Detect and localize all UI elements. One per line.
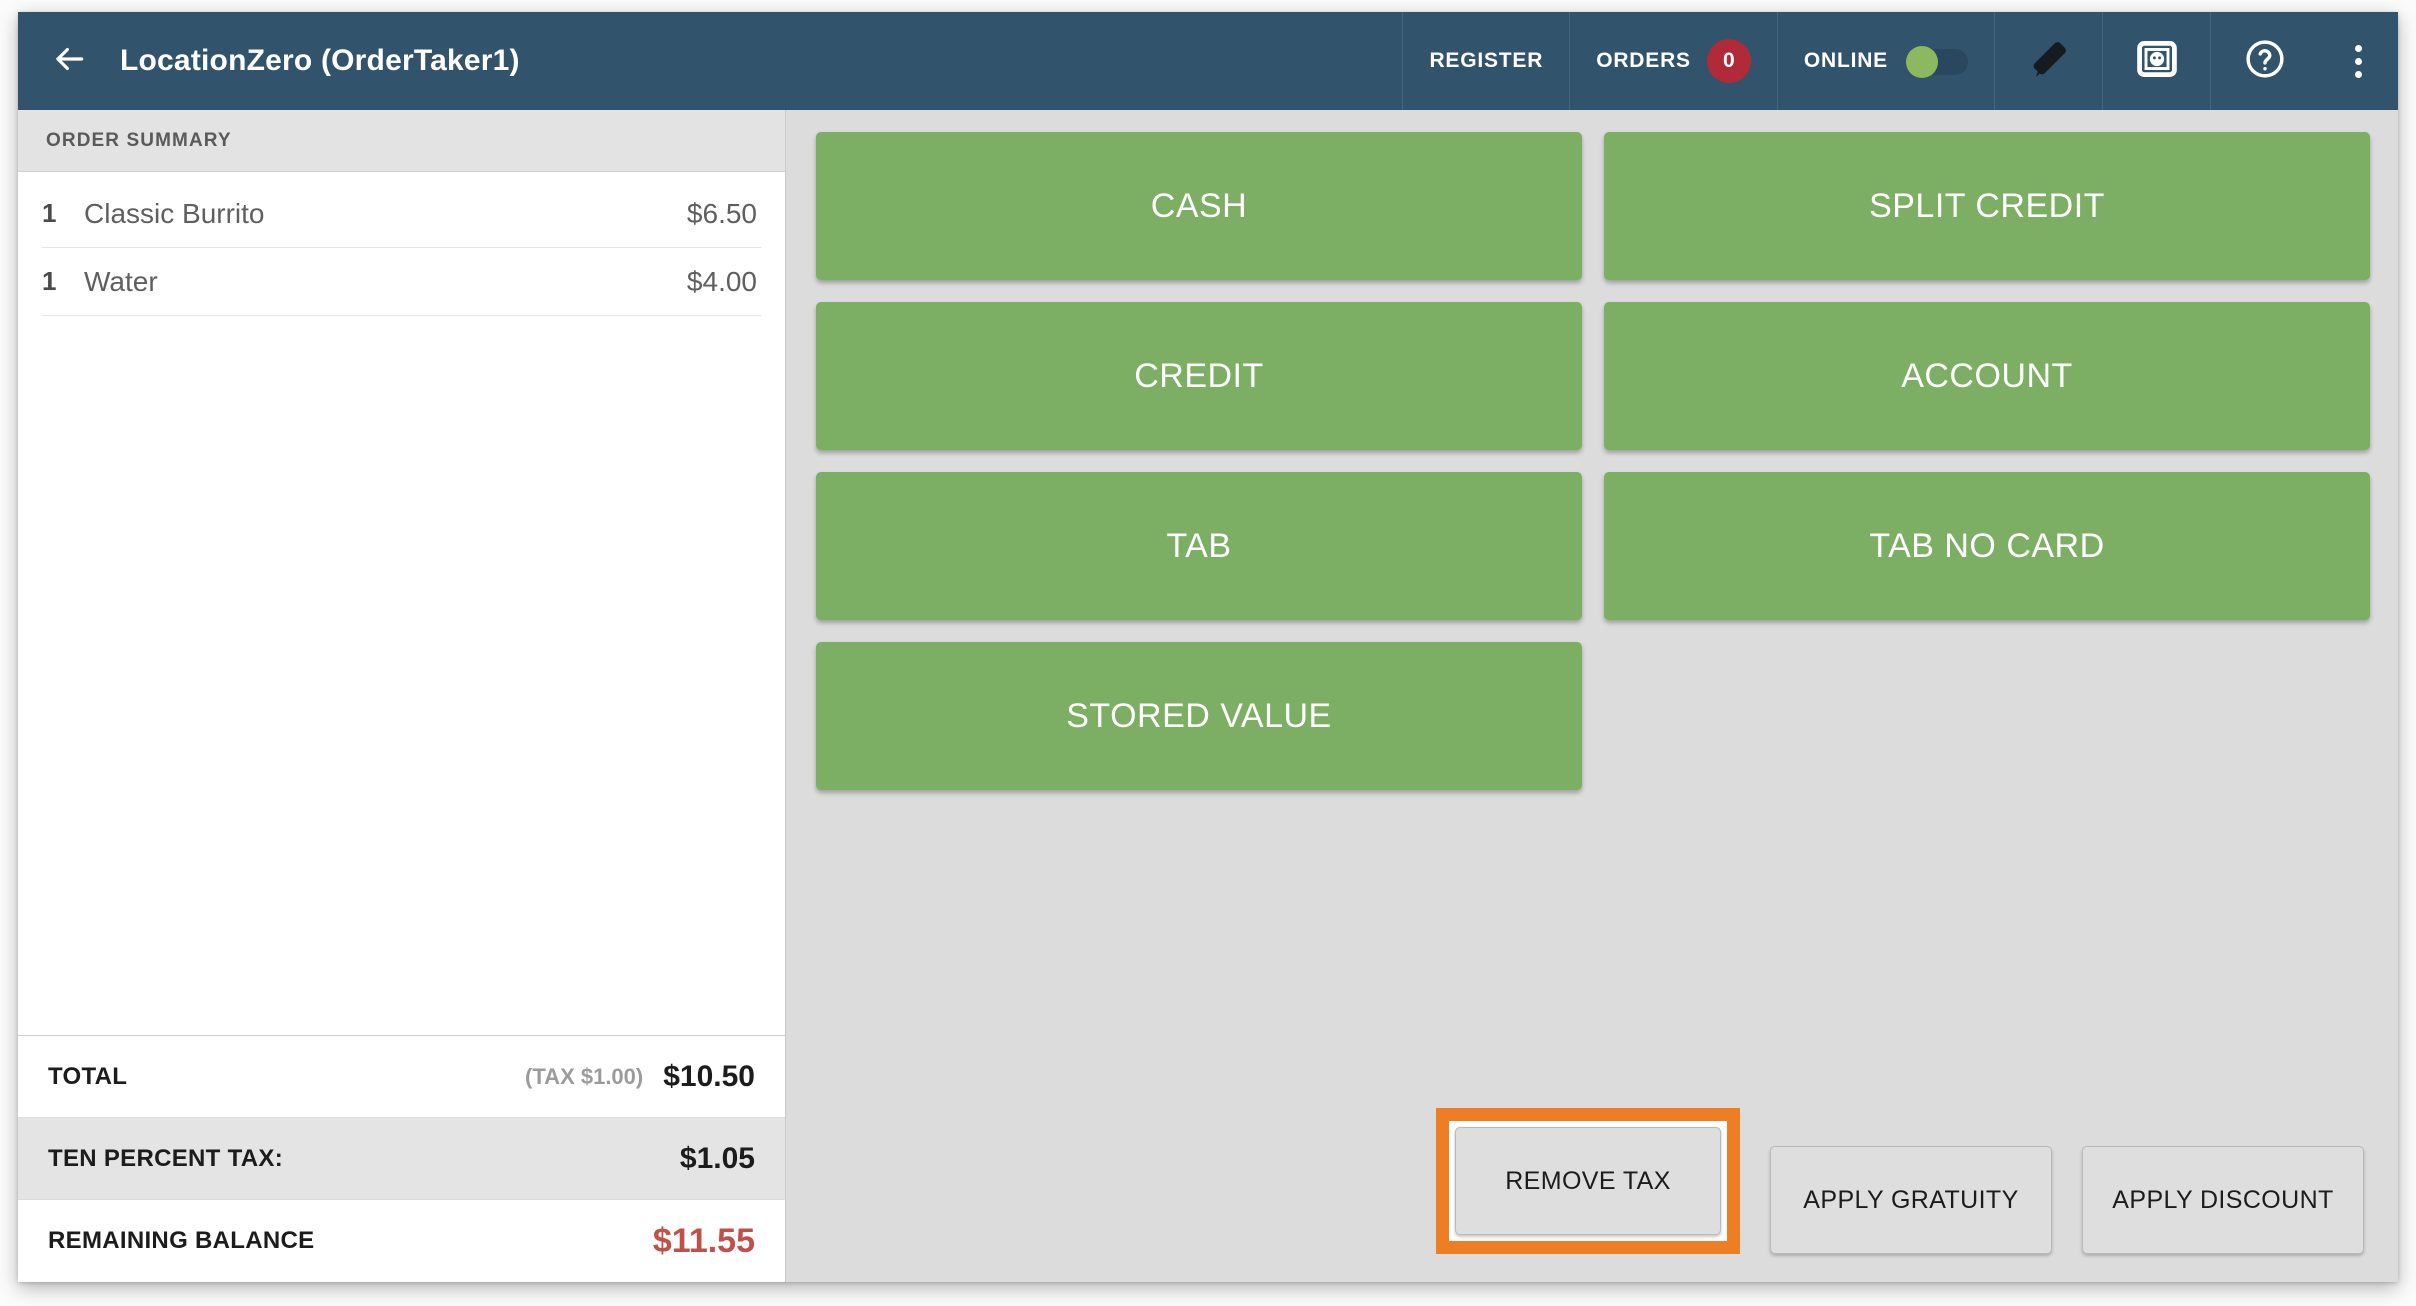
total-tax-note: (TAX $1.00): [525, 1063, 644, 1089]
item-quantity: 1: [42, 266, 57, 296]
arrow-left-icon: [50, 40, 88, 83]
tax-value: $1.05: [679, 1141, 755, 1175]
payment-button-tab[interactable]: TAB: [816, 472, 1582, 620]
orders-label: ORDERS: [1596, 49, 1691, 72]
order-summary-header: ORDER SUMMARY: [18, 110, 785, 172]
payment-button-split-credit[interactable]: SPLIT CREDIT: [1604, 132, 2370, 280]
list-item[interactable]: 1 Water $4.00: [42, 248, 761, 316]
main-spacer: [786, 790, 2398, 1108]
item-name: Classic Burrito: [84, 197, 265, 229]
tag-button[interactable]: [1994, 12, 2102, 110]
switch-knob: [1906, 46, 1938, 78]
apply-discount-wrap: APPLY DISCOUNT: [2082, 1146, 2364, 1254]
remove-tax-button[interactable]: REMOVE TAX: [1455, 1127, 1721, 1235]
order-summary-title: ORDER SUMMARY: [46, 129, 232, 151]
help-button[interactable]: [2210, 12, 2318, 110]
customer-display-button[interactable]: [2102, 12, 2210, 110]
order-summary-panel: ORDER SUMMARY 1 Classic Burrito $6.50 1 …: [18, 110, 786, 1282]
apply-gratuity-button[interactable]: APPLY GRATUITY: [1770, 1146, 2052, 1254]
overflow-menu-button[interactable]: [2318, 12, 2398, 110]
online-label: ONLINE: [1803, 49, 1888, 72]
apply-discount-button[interactable]: APPLY DISCOUNT: [2082, 1146, 2364, 1254]
online-switch[interactable]: [1906, 46, 1968, 78]
remaining-balance-row: REMAINING BALANCE $11.55: [18, 1200, 785, 1282]
register-label: REGISTER: [1429, 49, 1544, 72]
remove-tax-highlight: REMOVE TAX: [1436, 1108, 1740, 1254]
item-name: Water: [84, 265, 158, 297]
apply-gratuity-wrap: APPLY GRATUITY: [1770, 1146, 2052, 1254]
payment-panel: CASH SPLIT CREDIT CREDIT ACCOUNT TAB TAB…: [786, 110, 2398, 1282]
payment-button-cash[interactable]: CASH: [816, 132, 1582, 280]
payment-button-account[interactable]: ACCOUNT: [1604, 302, 2370, 450]
payment-button-stored-value[interactable]: STORED VALUE: [816, 642, 1582, 790]
back-button[interactable]: [18, 12, 120, 110]
tax-row: TEN PERCENT TAX: $1.05: [18, 1118, 785, 1200]
total-row: TOTAL (TAX $1.00) $10.50: [18, 1036, 785, 1118]
total-value: $10.50: [663, 1059, 755, 1093]
online-toggle-control[interactable]: ONLINE: [1776, 12, 1994, 110]
customer-face-icon: [2135, 37, 2179, 86]
item-price: $6.50: [686, 197, 757, 229]
page-title: LocationZero (OrderTaker1): [120, 44, 520, 77]
tax-label: TEN PERCENT TAX:: [48, 1144, 284, 1172]
total-label: TOTAL: [48, 1062, 128, 1090]
tag-icon: [2026, 36, 2072, 87]
app-body: ORDER SUMMARY 1 Classic Burrito $6.50 1 …: [18, 110, 2398, 1282]
order-totals: TOTAL (TAX $1.00) $10.50 TEN PERCENT TAX…: [18, 1035, 785, 1282]
register-tab[interactable]: REGISTER: [1402, 12, 1569, 110]
orders-count-badge: 0: [1706, 39, 1751, 83]
app-header: LocationZero (OrderTaker1) REGISTER ORDE…: [18, 12, 2398, 110]
payment-method-grid: CASH SPLIT CREDIT CREDIT ACCOUNT TAB TAB…: [786, 110, 2398, 790]
action-bar: REMOVE TAX APPLY GRATUITY APPLY DISCOUNT: [786, 1108, 2398, 1282]
orders-tab[interactable]: ORDERS 0: [1569, 12, 1777, 110]
remaining-balance-value: $11.55: [652, 1221, 755, 1260]
payment-button-tab-no-card[interactable]: TAB NO CARD: [1604, 472, 2370, 620]
remaining-balance-label: REMAINING BALANCE: [48, 1227, 315, 1254]
order-item-list: 1 Classic Burrito $6.50 1 Water $4.00: [18, 172, 785, 1035]
pos-app-window: LocationZero (OrderTaker1) REGISTER ORDE…: [18, 12, 2398, 1282]
more-vertical-icon: [2354, 44, 2362, 78]
list-item[interactable]: 1 Classic Burrito $6.50: [42, 180, 761, 248]
help-circle-icon: [2243, 37, 2287, 86]
payment-button-credit[interactable]: CREDIT: [816, 302, 1582, 450]
item-price: $4.00: [686, 265, 757, 297]
item-quantity: 1: [42, 198, 57, 228]
